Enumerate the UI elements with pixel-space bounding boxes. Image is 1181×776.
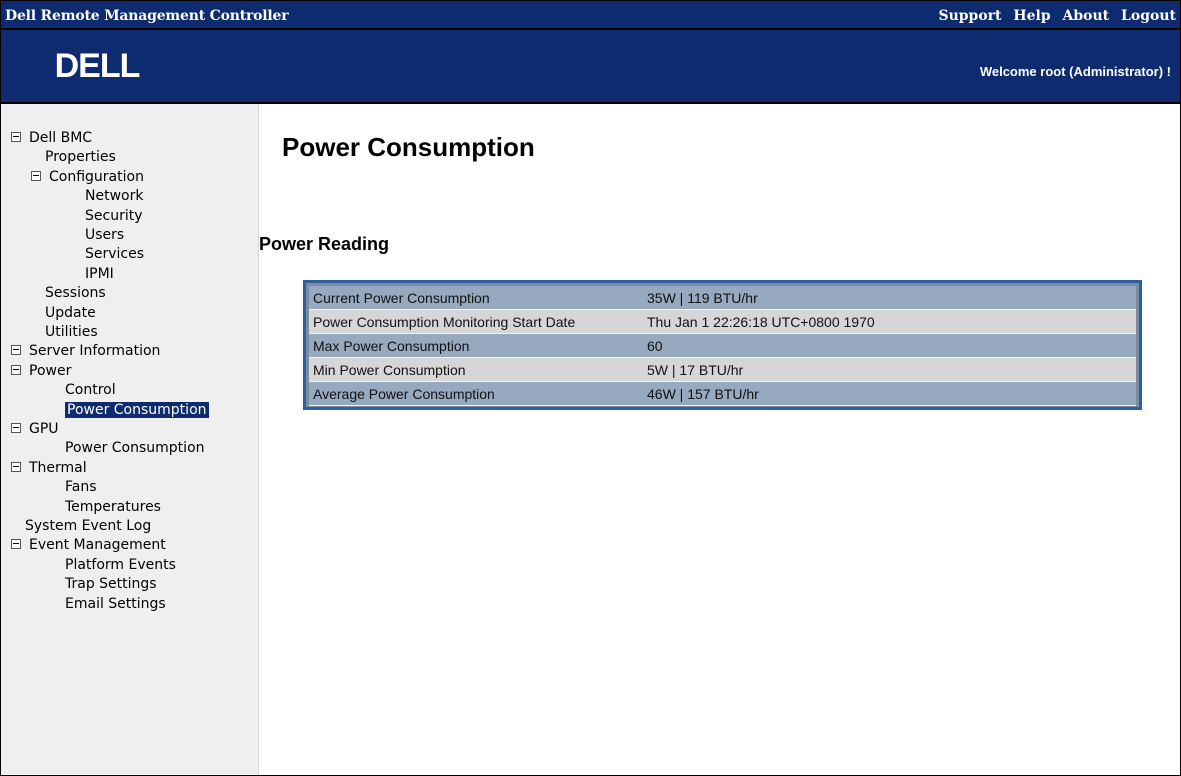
collapse-icon[interactable] xyxy=(31,170,41,181)
tree-item-label: Power Consumption xyxy=(65,401,209,418)
reading-value: 5W | 17 BTU/hr xyxy=(643,357,1136,382)
tree-item-utilities[interactable]: Utilities xyxy=(45,323,98,342)
about-link[interactable]: About xyxy=(1063,8,1110,24)
reading-label: Min Power Consumption xyxy=(309,357,643,382)
tree-item-sessions[interactable]: Sessions xyxy=(45,284,106,303)
collapse-icon[interactable] xyxy=(11,345,21,356)
collapse-icon[interactable] xyxy=(11,132,21,142)
tree-item-trap-settings[interactable]: Trap Settings xyxy=(65,575,157,594)
reading-value: 35W | 119 BTU/hr xyxy=(643,286,1136,310)
tree-item-label: System Event Log xyxy=(25,518,152,534)
section-title: Power Reading xyxy=(259,234,390,254)
tree-item-label: Sessions xyxy=(45,285,106,302)
logout-link[interactable]: Logout xyxy=(1121,8,1176,24)
dell-logo: DELL xyxy=(55,47,141,85)
reading-label: Power Consumption Monitoring Start Date xyxy=(309,309,643,334)
table-row: Max Power Consumption 60 xyxy=(309,333,1136,358)
reading-value: Thu Jan 1 22:26:18 UTC+0800 1970 xyxy=(643,309,1136,334)
reading-label: Max Power Consumption xyxy=(309,333,643,358)
tree-item-label: Network xyxy=(85,188,144,205)
page-frame: Dell Remote Management Controller Suppor… xyxy=(0,0,1181,776)
tree-item-label: Power xyxy=(29,362,72,379)
table-row: Average Power Consumption 46W | 157 BTU/h… xyxy=(309,381,1136,406)
reading-label: Current Power Consumption xyxy=(309,286,643,310)
tree-item-thermal[interactable]: Thermal xyxy=(11,459,87,478)
table-row: Min Power Consumption 5W | 17 BTU/hr xyxy=(309,357,1136,382)
tree-item-label: Dell BMC xyxy=(29,130,93,146)
title-bar: Dell Remote Management Controller Suppor… xyxy=(1,1,1180,30)
tree-item-label: Security xyxy=(85,207,143,224)
reading-label: Average Power Consumption xyxy=(309,381,643,406)
tree-item-label: GPU xyxy=(29,421,59,437)
tree-item-network[interactable]: Network xyxy=(85,187,143,206)
tree-item-label: Control xyxy=(65,382,116,399)
table-row: Current Power Consumption 35W | 119 BTU/h… xyxy=(309,286,1136,310)
tree-item-ipmi[interactable]: IPMI xyxy=(85,265,114,284)
tree-item-power[interactable]: Power xyxy=(11,362,71,381)
tree-item-gpu[interactable]: GPU xyxy=(11,420,59,439)
tree-item-label: Temperatures xyxy=(65,498,161,515)
tree-item-power-consumption[interactable]: Power Consumption xyxy=(65,439,205,458)
collapse-icon[interactable] xyxy=(11,364,21,375)
tree-item-label: Thermal xyxy=(29,459,87,476)
tree-item-label: Users xyxy=(85,227,125,243)
table-row: Power Consumption Monitoring Start Date T… xyxy=(309,309,1136,334)
reading-value: 60 xyxy=(643,333,1136,358)
tree-item-label: Services xyxy=(85,246,145,263)
tree-item-services[interactable]: Services xyxy=(85,245,144,264)
navigation-tree: Dell BMC Properties Configuration Network Se… xyxy=(1,104,259,775)
app-title: Dell Remote Management Controller xyxy=(5,8,289,24)
dell-logo-text: DELL xyxy=(55,47,140,85)
reading-value: 46W | 157 BTU/hr xyxy=(643,381,1136,406)
collapse-icon[interactable] xyxy=(11,423,21,433)
tree-item-label: Server Information xyxy=(29,343,161,360)
tree-item-platform-events[interactable]: Platform Events xyxy=(65,556,176,575)
tree-item-label: Trap Settings xyxy=(65,576,157,593)
tree-item-label: Fans xyxy=(65,479,97,496)
help-link[interactable]: Help xyxy=(1013,8,1050,24)
top-links: Support Help About Logout xyxy=(931,8,1176,24)
tree-item-users[interactable]: Users xyxy=(85,226,124,245)
tree-item-server-information[interactable]: Server Information xyxy=(11,342,160,361)
tree-item-label: Utilities xyxy=(45,324,98,340)
tree-item-security[interactable]: Security xyxy=(85,207,143,226)
header-banner: DELL Welcome root (Administrator) ! xyxy=(1,30,1180,102)
power-reading-table: Current Power Consumption 35W | 119 BTU/h… xyxy=(309,286,1136,406)
tree-item-label: Power Consumption xyxy=(65,440,205,457)
power-reading-panel: Current Power Consumption 35W | 119 BTU/h… xyxy=(303,280,1142,410)
tree-item-configuration[interactable]: Configuration xyxy=(31,168,144,187)
tree-item-label: Event Management xyxy=(29,537,166,554)
tree-item-dell-bmc[interactable]: Dell BMC xyxy=(11,129,92,148)
tree-item-temperatures[interactable]: Temperatures xyxy=(65,498,161,517)
tree-item-event-management[interactable]: Event Management xyxy=(11,536,166,555)
tree-item-label: Configuration xyxy=(49,168,144,185)
tree-item-power-consumption[interactable]: Power Consumption xyxy=(65,401,209,420)
tree-item-properties[interactable]: Properties xyxy=(45,148,116,167)
tree-item-label: Platform Events xyxy=(65,556,176,573)
tree-item-label: Update xyxy=(45,304,96,321)
tree-item-label: IPMI xyxy=(85,265,114,282)
page-title: Power Consumption xyxy=(282,132,535,162)
support-link[interactable]: Support xyxy=(938,8,1001,24)
welcome-message: Welcome root (Administrator) ! xyxy=(979,64,1171,79)
collapse-icon[interactable] xyxy=(11,539,21,550)
collapse-icon[interactable] xyxy=(11,461,21,472)
tree-item-fans[interactable]: Fans xyxy=(65,478,97,497)
tree-item-control[interactable]: Control xyxy=(65,381,116,400)
tree-item-system-event-log[interactable]: System Event Log xyxy=(25,517,151,536)
tree-item-update[interactable]: Update xyxy=(45,304,96,323)
tree-item-label: Email Settings xyxy=(65,595,166,612)
tree-item-label: Properties xyxy=(45,149,116,166)
tree-item-email-settings[interactable]: Email Settings xyxy=(65,595,166,614)
